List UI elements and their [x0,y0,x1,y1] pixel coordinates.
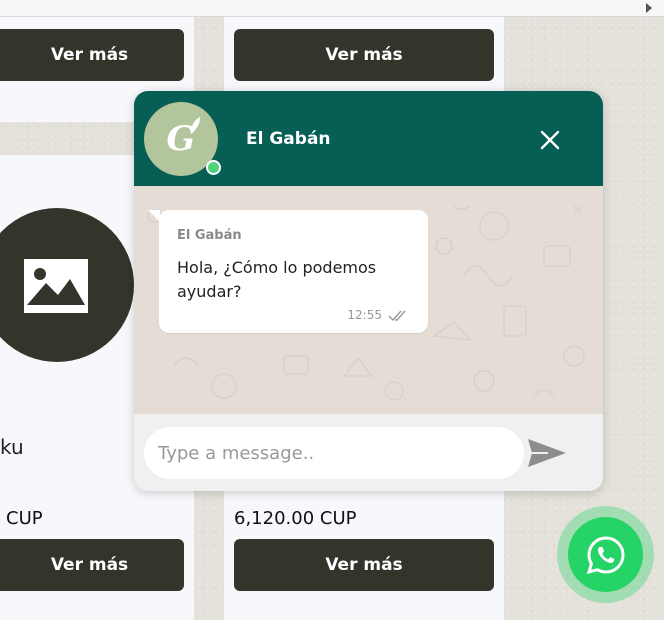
double-check-icon [388,310,406,322]
message-input[interactable] [144,427,524,479]
chat-header: G El Gabán [134,91,603,186]
whatsapp-icon [586,535,625,574]
message-time: 12:55 [347,308,382,322]
send-icon [528,439,566,467]
chat-input-bar [134,414,603,491]
scroll-right-button[interactable] [636,0,664,16]
product-title: ku [0,435,24,459]
chat-contact-name: El Gabán [246,129,331,149]
ver-mas-button[interactable]: Ver más [234,29,494,81]
message-bubble: El Gabán Hola, ¿Cómo lo podemos ayudar? … [159,210,428,333]
message-sender: El Gabán [177,228,242,243]
send-button[interactable] [526,433,568,473]
ver-mas-button[interactable]: Ver más [234,539,494,591]
horizontal-scrollbar[interactable] [0,0,664,17]
whatsapp-button[interactable] [568,517,643,592]
chevron-right-icon [646,3,652,13]
product-price: CUP [6,508,43,529]
product-price: 6,120.00 CUP [234,508,357,529]
image-placeholder-icon [24,259,88,313]
message-text: Hola, ¿Cómo lo podemos ayudar? [177,258,377,301]
ver-mas-button[interactable]: Ver más [0,29,184,81]
close-icon [540,130,560,150]
chat-messages-area: El Gabán Hola, ¿Cómo lo podemos ayudar? … [134,186,603,414]
chat-widget: G El Gabán El Gabán Hola, ¿Cómo lo podem… [134,91,603,491]
ver-mas-button[interactable]: Ver más [0,539,184,591]
close-button[interactable] [534,124,566,156]
leaf-icon [191,117,200,134]
online-status-dot [206,160,221,175]
